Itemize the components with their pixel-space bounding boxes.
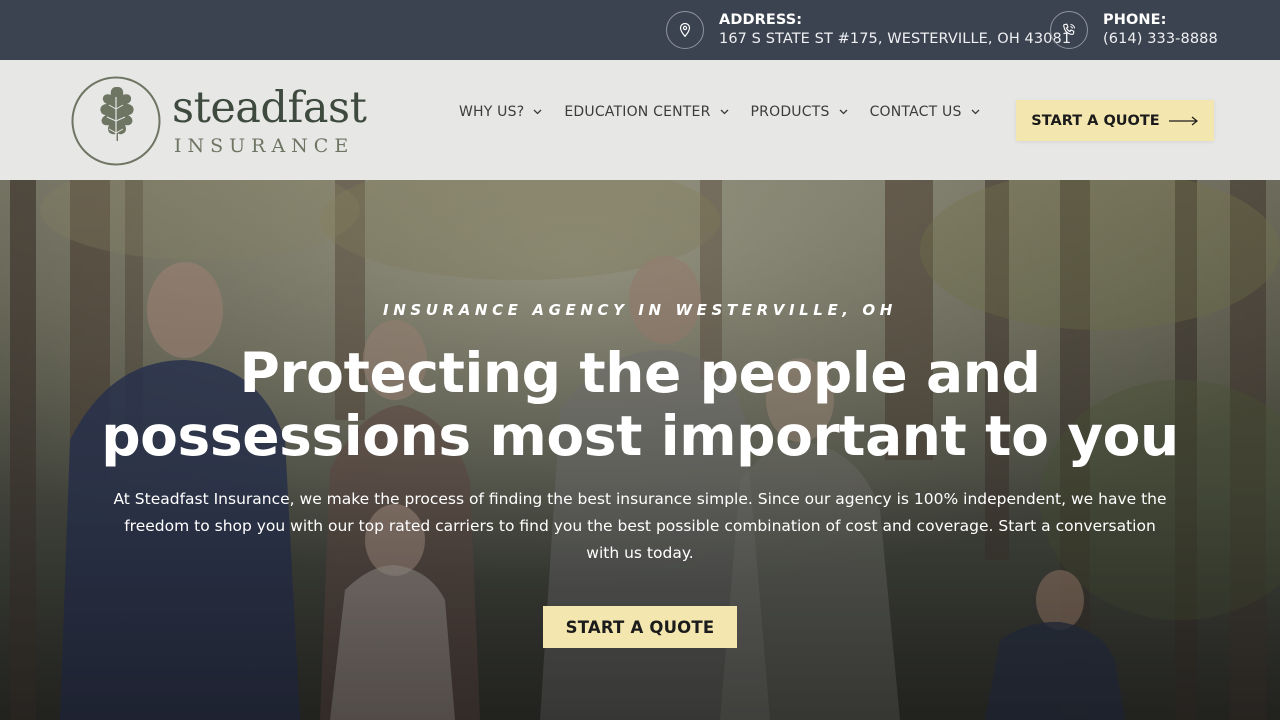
hero-section: INSURANCE AGENCY IN WESTERVILLE, OH Prot… [0, 180, 1280, 720]
hero-eyebrow: INSURANCE AGENCY IN WESTERVILLE, OH [383, 301, 897, 319]
nav-item-why-us[interactable]: WHY US? [459, 104, 542, 120]
logo[interactable]: steadfast INSURANCE [70, 75, 367, 167]
address-value[interactable]: 167 S STATE ST #175, WESTERVILLE, OH 430… [719, 30, 1071, 49]
nav-item-label: EDUCATION CENTER [564, 104, 711, 120]
start-quote-label: START A QUOTE [1031, 112, 1160, 129]
arrow-right-icon [1168, 116, 1199, 126]
phone-label: PHONE: [1103, 12, 1167, 28]
top-contact-bar: ADDRESS: 167 S STATE ST #175, WESTERVILL… [0, 0, 1280, 60]
address-block: ADDRESS: 167 S STATE ST #175, WESTERVILL… [666, 10, 1071, 50]
address-label: ADDRESS: [719, 12, 803, 28]
chevron-down-icon [839, 109, 848, 115]
nav-item-label: WHY US? [459, 104, 525, 120]
nav-item-label: CONTACT US [869, 104, 962, 120]
main-nav: WHY US? EDUCATION CENTER PRODUCTS CONTAC… [459, 104, 1002, 120]
hero-start-quote-button[interactable]: START A QUOTE [543, 606, 737, 648]
nav-item-education-center[interactable]: EDUCATION CENTER [564, 104, 728, 120]
phone-block: PHONE: (614) 333-8888 [1050, 10, 1218, 50]
start-quote-button[interactable]: START A QUOTE [1016, 100, 1214, 141]
hero-body-text: At Steadfast Insurance, we make the proc… [113, 490, 1167, 562]
chevron-down-icon [720, 109, 729, 115]
chevron-down-icon [533, 109, 542, 115]
phone-value[interactable]: (614) 333-8888 [1103, 30, 1218, 49]
hero-headline: Protecting the people and possessions mo… [0, 342, 1280, 468]
chevron-down-icon [971, 109, 980, 115]
nav-item-contact-us[interactable]: CONTACT US [870, 104, 980, 120]
logo-subtitle: INSURANCE [174, 135, 355, 157]
site-header: steadfast INSURANCE WHY US? EDUCATION CE… [0, 60, 1280, 180]
hero-headline-line-1: Protecting the people and [239, 341, 1041, 405]
map-pin-icon [666, 11, 704, 49]
logo-wordmark: steadfast [172, 83, 367, 133]
nav-item-products[interactable]: PRODUCTS [751, 104, 848, 120]
oak-leaf-icon [71, 76, 161, 166]
phone-icon [1050, 11, 1088, 49]
nav-item-label: PRODUCTS [750, 104, 830, 120]
hero-headline-line-2: possessions most important to you [101, 404, 1179, 468]
